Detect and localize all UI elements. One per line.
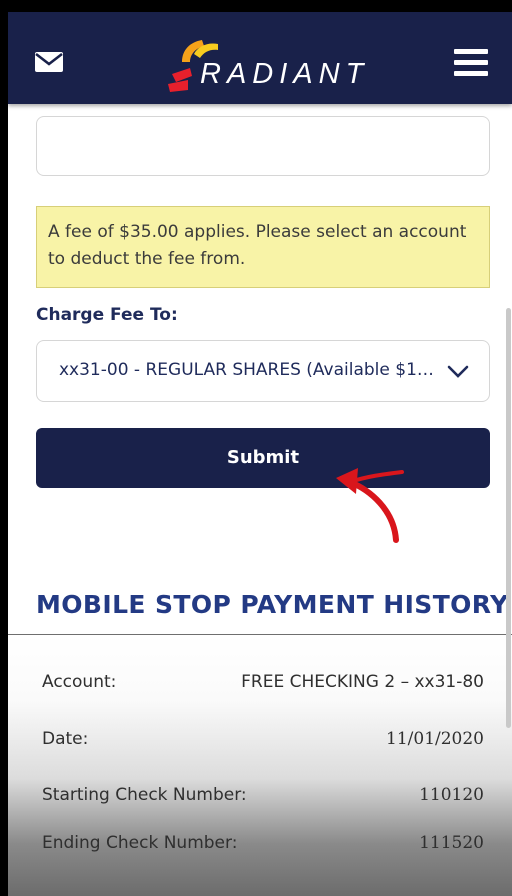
charge-fee-selected-value: xx31-00 - REGULAR SHARES (Available $11…	[59, 360, 439, 380]
history-row-account: Account: FREE CHECKING 2 – xx31-80	[42, 672, 484, 700]
app-screen: RADIANT A fee of $35.00 applies. Please …	[8, 12, 512, 896]
submit-button[interactable]: Submit	[36, 428, 490, 488]
charge-fee-select[interactable]: xx31-00 - REGULAR SHARES (Available $11…	[36, 340, 490, 402]
history-label: Ending Check Number:	[42, 833, 238, 853]
stop-payment-history: Account: FREE CHECKING 2 – xx31-80 Date:…	[8, 635, 512, 896]
radiant-logo[interactable]: RADIANT	[168, 32, 368, 96]
history-label: Date:	[42, 729, 89, 749]
charge-fee-label: Charge Fee To:	[36, 305, 178, 325]
history-label: Starting Check Number:	[42, 785, 247, 805]
history-row-ending-check: Ending Check Number: 111520	[42, 833, 484, 861]
mail-icon	[35, 52, 63, 72]
hamburger-menu-icon	[454, 49, 488, 76]
brand-name: RADIANT	[200, 58, 370, 90]
history-row-date: Date: 11/01/2020	[42, 729, 484, 757]
menu-button[interactable]	[452, 47, 490, 79]
text-field[interactable]	[36, 116, 490, 176]
scrollbar[interactable]	[506, 308, 511, 728]
history-value: 110120	[419, 785, 484, 805]
chevron-down-icon	[447, 365, 469, 378]
app-header: RADIANT	[8, 12, 512, 104]
history-value: FREE CHECKING 2 – xx31-80	[241, 672, 484, 692]
history-value: 111520	[419, 833, 484, 853]
mail-button[interactable]	[34, 50, 64, 74]
history-label: Account:	[42, 672, 117, 692]
history-value: 11/01/2020	[386, 729, 484, 749]
history-title: MOBILE STOP PAYMENT HISTORY	[36, 590, 509, 619]
annotation-arrow-icon	[336, 468, 404, 543]
history-row-starting-check: Starting Check Number: 110120	[42, 785, 484, 813]
fee-notice: A fee of $35.00 applies. Please select a…	[36, 206, 490, 288]
